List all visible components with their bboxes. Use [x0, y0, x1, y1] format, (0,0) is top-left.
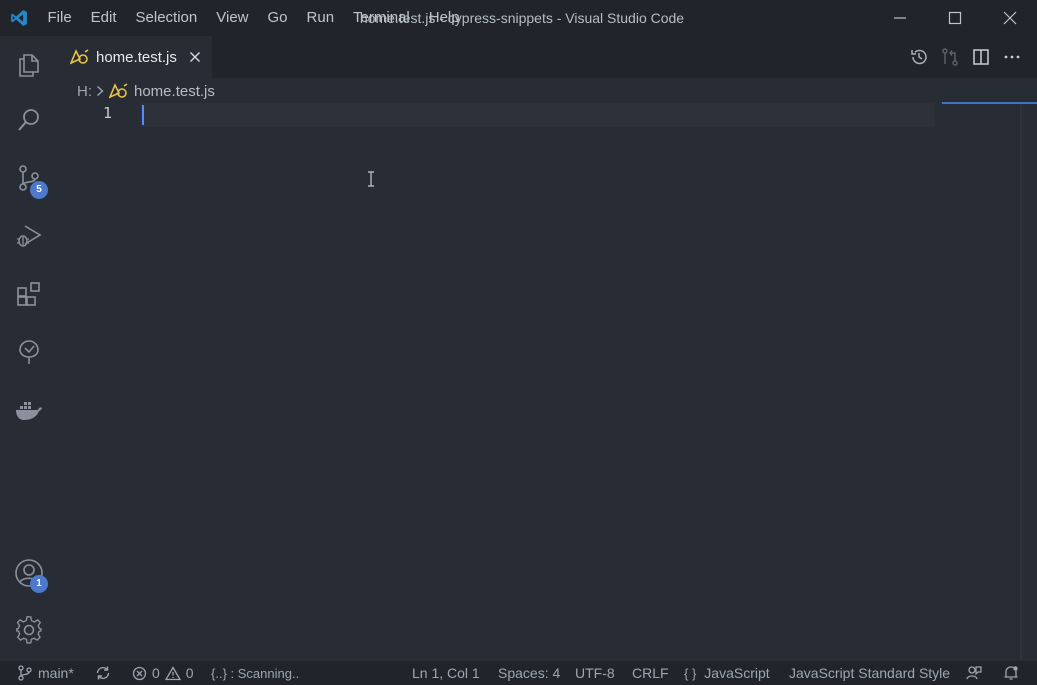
- minimize-button[interactable]: [872, 0, 927, 36]
- activity-search[interactable]: [0, 96, 58, 144]
- tab-close-button[interactable]: [187, 49, 203, 65]
- maximize-icon: [948, 11, 961, 25]
- text-cursor: [142, 105, 144, 125]
- title-bar: File Edit Selection View Go Run Terminal…: [0, 0, 1037, 36]
- maximize-button[interactable]: [927, 0, 982, 36]
- activity-manage[interactable]: [0, 606, 58, 654]
- explorer-icon: [19, 54, 39, 77]
- notifications-button[interactable]: [1003, 661, 1019, 685]
- scanning-status[interactable]: {..} : Scanning..: [211, 661, 299, 685]
- timeline-button[interactable]: [903, 36, 934, 78]
- vscode-logo-icon: [0, 0, 38, 36]
- search-icon: [18, 109, 39, 131]
- open-changes-button[interactable]: [934, 36, 965, 78]
- compare-changes-icon: [941, 48, 958, 66]
- docker-icon: [16, 402, 42, 420]
- cypress-file-icon: [109, 83, 128, 99]
- menu-file[interactable]: File: [38, 0, 81, 36]
- extensions-icon: [17, 282, 40, 306]
- activity-extensions[interactable]: [0, 270, 58, 318]
- breadcrumb: H: home.test.js: [77, 80, 215, 102]
- language-mode[interactable]: { } JavaScript: [684, 661, 770, 685]
- activity-bar: 5 1: [0, 36, 58, 661]
- status-bar: main* 0 0 {..} : Scanning.. Ln 1, Col 1 …: [0, 661, 1037, 685]
- error-count: 0: [152, 665, 160, 681]
- problems-indicator[interactable]: 0 0: [132, 661, 194, 685]
- feedback-icon: [966, 666, 982, 680]
- source-control-badge: 5: [30, 181, 48, 199]
- breadcrumb-file[interactable]: home.test.js: [134, 83, 215, 100]
- activity-source-control[interactable]: 5: [0, 154, 58, 202]
- tab-home-test-js[interactable]: home.test.js: [58, 36, 212, 78]
- language-label: JavaScript: [704, 665, 770, 681]
- editor-actions: [903, 36, 1027, 78]
- sync-icon: [96, 666, 110, 680]
- accounts-badge: 1: [30, 575, 48, 593]
- current-line-highlight: [141, 103, 934, 127]
- close-icon: [189, 52, 200, 62]
- line-number: 1: [102, 104, 112, 122]
- close-window-button[interactable]: [982, 0, 1037, 36]
- window-controls: [872, 0, 1037, 36]
- run-debug-icon: [17, 225, 42, 247]
- branch-name: main*: [38, 665, 74, 681]
- branch-indicator[interactable]: main*: [18, 661, 74, 685]
- menu-go[interactable]: Go: [258, 0, 297, 36]
- menu-edit[interactable]: Edit: [81, 0, 126, 36]
- chevron-right-icon: [96, 85, 104, 97]
- sync-button[interactable]: [95, 661, 111, 685]
- activity-tree[interactable]: [0, 328, 58, 376]
- cypress-file-icon: [70, 49, 89, 65]
- ellipsis-icon: [1004, 55, 1019, 59]
- end-of-line[interactable]: CRLF: [632, 661, 669, 685]
- warning-icon: [164, 665, 181, 680]
- cursor-position[interactable]: Ln 1, Col 1: [412, 661, 480, 685]
- activity-accounts[interactable]: 1: [0, 549, 58, 597]
- menu-terminal[interactable]: Terminal: [344, 0, 420, 36]
- split-editor-icon: [972, 49, 989, 65]
- editor-tab-bar: home.test.js: [58, 36, 1037, 78]
- bell-icon: [1004, 666, 1018, 680]
- breadcrumb-drive[interactable]: H:: [77, 83, 92, 100]
- warning-count: 0: [185, 665, 194, 681]
- feedback-button[interactable]: [966, 661, 982, 685]
- menu-run[interactable]: Run: [297, 0, 344, 36]
- menu-selection[interactable]: Selection: [126, 0, 207, 36]
- vertical-scrollbar[interactable]: [1020, 104, 1022, 659]
- history-icon: [910, 49, 927, 65]
- minimize-icon: [893, 17, 906, 19]
- encoding[interactable]: UTF-8: [575, 661, 615, 685]
- menu-view[interactable]: View: [207, 0, 258, 36]
- minimap-slider[interactable]: [942, 102, 1037, 104]
- ibeam-cursor-icon: [368, 171, 374, 187]
- gear-icon: [16, 616, 42, 644]
- git-branch-icon: [18, 665, 32, 681]
- menu-help[interactable]: Help: [419, 0, 469, 36]
- activity-run-debug[interactable]: [0, 212, 58, 260]
- braces-icon: { }: [684, 665, 697, 681]
- more-actions-button[interactable]: [996, 36, 1027, 78]
- close-icon: [1003, 11, 1016, 25]
- error-icon: [132, 666, 147, 680]
- code-editor[interactable]: 1: [58, 102, 1037, 661]
- indentation[interactable]: Spaces: 4: [498, 661, 560, 685]
- formatter[interactable]: JavaScript Standard Style: [789, 661, 950, 685]
- menu-bar: File Edit Selection View Go Run Terminal…: [38, 0, 469, 36]
- tab-label: home.test.js: [96, 48, 177, 66]
- activity-explorer[interactable]: [0, 40, 58, 88]
- tree-icon: [19, 340, 39, 364]
- activity-docker[interactable]: [0, 386, 58, 434]
- split-editor-button[interactable]: [965, 36, 996, 78]
